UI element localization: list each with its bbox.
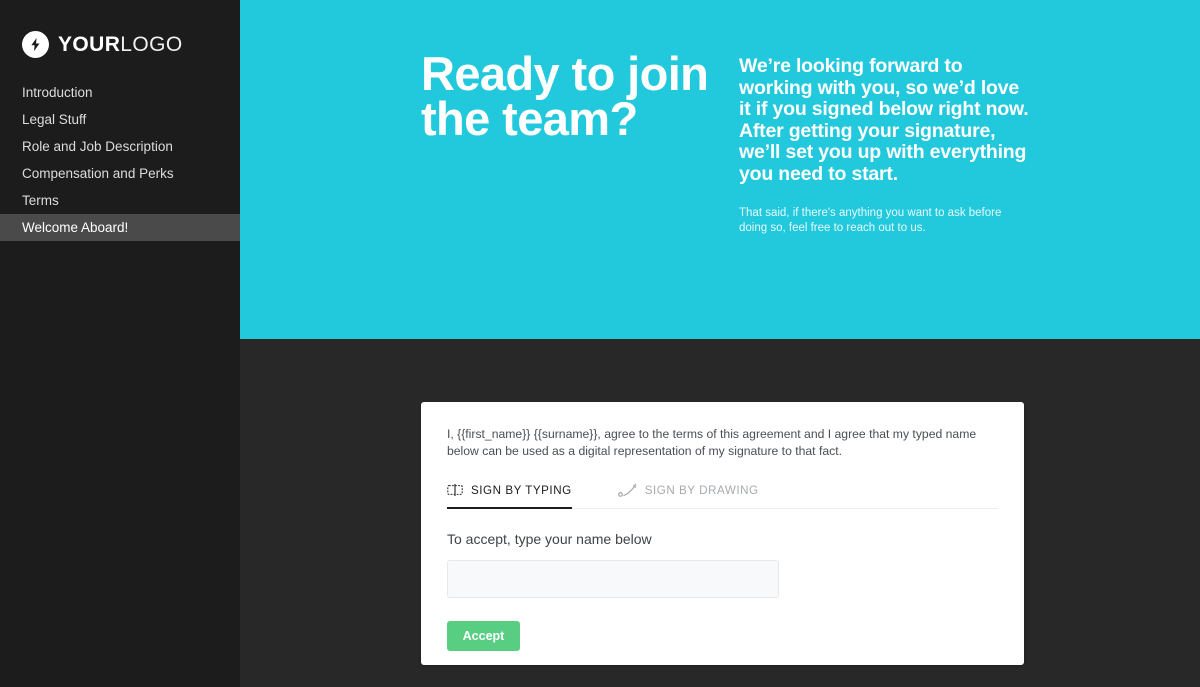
sidebar-item-terms[interactable]: Terms	[0, 187, 240, 214]
accept-button[interactable]: Accept	[447, 621, 520, 651]
brand-text: YOURLOGO	[58, 34, 183, 55]
sidebar-item-welcome-aboard[interactable]: Welcome Aboard!	[0, 214, 240, 241]
hero-lead-text: We’re looking forward to working with yo…	[739, 55, 1029, 185]
tab-sign-by-typing-label: SIGN BY TYPING	[471, 483, 572, 497]
hero-sub-text: That said, if there's anything you want …	[739, 207, 1002, 234]
pen-nib-icon	[617, 483, 637, 498]
signature-input[interactable]	[447, 560, 779, 598]
hero-copy: We’re looking forward to working with yo…	[739, 55, 1029, 236]
sidebar-item-role-and-job-description[interactable]: Role and Job Description	[0, 133, 240, 160]
brand-logo[interactable]: YOURLOGO	[0, 0, 240, 62]
brand-text-strong: YOUR	[58, 32, 121, 56]
lightning-bolt-icon	[22, 30, 49, 58]
sidebar-item-legal-stuff[interactable]: Legal Stuff	[0, 106, 240, 133]
signature-card: I, {{first_name}} {{surname}}, agree to …	[421, 402, 1024, 665]
tab-sign-by-typing[interactable]: SIGN BY TYPING	[447, 478, 572, 509]
signature-method-tabs: SIGN BY TYPING SIGN BY DRAWING	[447, 479, 998, 509]
page-title: Ready to join the team?	[421, 47, 709, 145]
tab-sign-by-drawing-label: SIGN BY DRAWING	[644, 483, 759, 497]
brand-text-light: LOGO	[120, 32, 183, 56]
sidebar-nav: Introduction Legal Stuff Role and Job De…	[0, 79, 240, 241]
hero-banner: Ready to join the team? We’re looking fo…	[240, 0, 1200, 339]
onboarding-signature-page: YOURLOGO Introduction Legal Stuff Role a…	[0, 0, 1200, 687]
agreement-text: I, {{first_name}} {{surname}}, agree to …	[447, 427, 977, 458]
tab-sign-by-drawing[interactable]: SIGN BY DRAWING	[617, 478, 759, 508]
signature-field-label: To accept, type your name below	[447, 531, 652, 547]
keyboard-typing-icon	[447, 483, 463, 497]
sidebar-item-compensation-and-perks[interactable]: Compensation and Perks	[0, 160, 240, 187]
sidebar: YOURLOGO Introduction Legal Stuff Role a…	[0, 0, 240, 687]
sidebar-item-introduction[interactable]: Introduction	[0, 79, 240, 106]
